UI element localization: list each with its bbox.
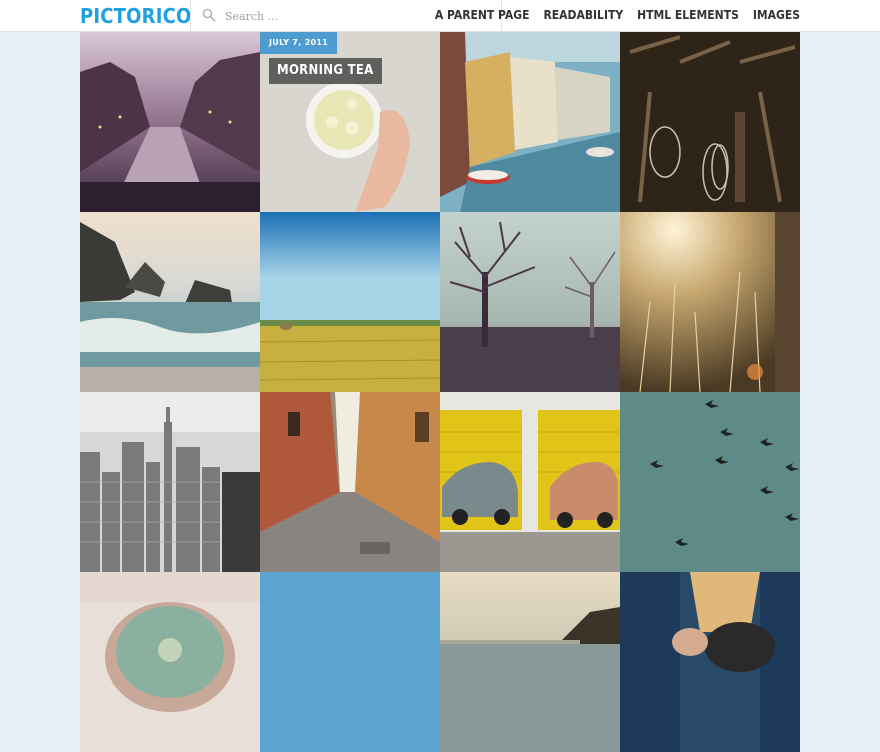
vintage-cars-image [440, 392, 620, 572]
wheat-field-image [260, 212, 440, 392]
photo-tile-camera-hands[interactable] [620, 572, 800, 752]
cactus-image [80, 572, 260, 752]
foggy-trees-image [440, 212, 620, 392]
header-bar: PICTORICO A PARENT PAGE READABILITY HTML… [0, 0, 880, 32]
photo-tile-grass-sunlight[interactable] [620, 212, 800, 392]
grass-sunlight-image [620, 212, 800, 392]
photo-tile-canal-night[interactable] [80, 32, 260, 212]
photo-grid: JULY 7, 2011 MORNING TEA [80, 32, 800, 752]
photo-tile-wheat-field[interactable] [260, 212, 440, 392]
photo-tile-alley[interactable] [260, 392, 440, 572]
blue-placeholder-image [260, 572, 440, 752]
nav-item-a-parent-page[interactable]: A PARENT PAGE [435, 0, 530, 31]
post-title[interactable]: MORNING TEA [269, 58, 382, 84]
canal-night-image [80, 32, 260, 212]
photo-tile-city-skyline[interactable] [80, 392, 260, 572]
canal-boats-image [440, 32, 620, 212]
photo-tile-vintage-cars[interactable] [440, 392, 620, 572]
sea-rocks-image [80, 212, 260, 392]
nav-item-images[interactable]: IMAGES [753, 0, 800, 31]
search-icon [202, 8, 216, 22]
tools-image [620, 32, 800, 212]
post-date-badge[interactable]: JULY 7, 2011 [260, 32, 338, 54]
photo-tile-tools[interactable] [620, 32, 800, 212]
camera-hands-image [620, 572, 800, 752]
photo-tile-foggy-trees[interactable] [440, 212, 620, 392]
photo-tile-coast[interactable] [440, 572, 620, 752]
coast-image [440, 572, 620, 752]
birds-image [620, 392, 800, 572]
photo-tile-sea-rocks[interactable] [80, 212, 260, 392]
alley-image [260, 392, 440, 572]
city-skyline-image [80, 392, 260, 572]
nav-item-readability[interactable]: READABILITY [543, 0, 623, 31]
photo-tile-morning-tea[interactable]: JULY 7, 2011 MORNING TEA [260, 32, 440, 212]
nav-item-html-elements[interactable]: HTML ELEMENTS [637, 0, 739, 31]
photo-tile-birds[interactable] [620, 392, 800, 572]
site-logo[interactable]: PICTORICO [80, 5, 192, 27]
main-nav: A PARENT PAGE READABILITY HTML ELEMENTS … [421, 0, 800, 31]
photo-tile-blue-placeholder[interactable] [260, 572, 440, 752]
photo-tile-canal-boats[interactable] [440, 32, 620, 212]
photo-tile-cactus[interactable] [80, 572, 260, 752]
